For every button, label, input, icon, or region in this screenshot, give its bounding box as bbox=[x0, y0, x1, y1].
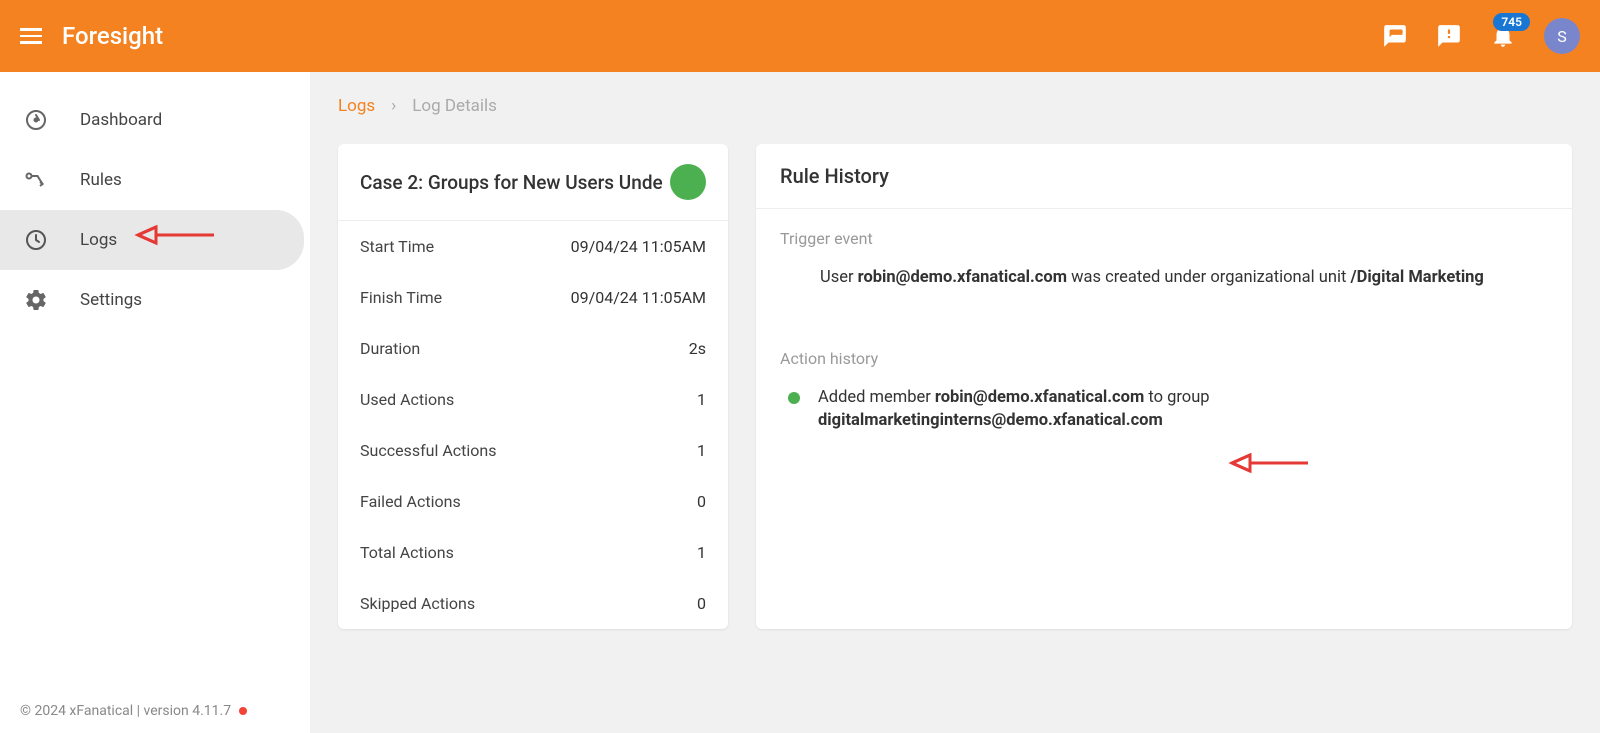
stat-label: Duration bbox=[360, 339, 420, 358]
stat-value: 1 bbox=[697, 390, 706, 409]
content-area: Logs › Log Details Case 2: Groups for Ne… bbox=[310, 72, 1600, 733]
app-header: Foresight 745 S bbox=[0, 0, 1600, 72]
chat-icon[interactable] bbox=[1382, 23, 1408, 49]
stat-value: 0 bbox=[697, 594, 706, 613]
trigger-event-label: Trigger event bbox=[780, 229, 1548, 248]
rule-history-card: Rule History Trigger event User robin@de… bbox=[756, 144, 1572, 629]
gear-icon bbox=[24, 288, 48, 312]
stat-row: Start Time 09/04/24 11:05AM bbox=[338, 221, 728, 272]
trigger-event-text: User robin@demo.xfanatical.com was creat… bbox=[820, 266, 1548, 291]
rules-icon bbox=[24, 168, 48, 192]
rule-history-title: Rule History bbox=[756, 144, 1572, 209]
dashboard-icon bbox=[24, 108, 48, 132]
stat-value: 1 bbox=[697, 441, 706, 460]
case-title: Case 2: Groups for New Users Unde bbox=[360, 171, 663, 194]
stat-row: Total Actions 1 bbox=[338, 527, 728, 578]
action-success-dot-icon bbox=[788, 392, 800, 404]
sidebar: Dashboard Rules Logs Settings © 2024 xFa… bbox=[0, 72, 310, 733]
notification-badge: 745 bbox=[1493, 13, 1530, 31]
sidebar-item-rules[interactable]: Rules bbox=[0, 150, 310, 210]
sidebar-item-dashboard[interactable]: Dashboard bbox=[0, 90, 310, 150]
sidebar-item-label: Dashboard bbox=[80, 110, 162, 130]
stat-label: Failed Actions bbox=[360, 492, 461, 511]
app-title: Foresight bbox=[62, 22, 163, 50]
stat-label: Total Actions bbox=[360, 543, 454, 562]
cards-row: Case 2: Groups for New Users Unde Start … bbox=[338, 144, 1572, 629]
sidebar-item-settings[interactable]: Settings bbox=[0, 270, 310, 330]
stat-value: 0 bbox=[697, 492, 706, 511]
stat-row: Successful Actions 1 bbox=[338, 425, 728, 476]
sidebar-footer: © 2024 xFanatical | version 4.11.7 bbox=[0, 689, 310, 733]
trigger-section: Trigger event User robin@demo.xfanatical… bbox=[756, 209, 1572, 329]
stat-label: Finish Time bbox=[360, 288, 442, 307]
stat-label: Used Actions bbox=[360, 390, 454, 409]
hamburger-menu-icon[interactable] bbox=[20, 28, 42, 44]
action-history-item: Added member robin@demo.xfanatical.com t… bbox=[788, 386, 1548, 456]
action-history-text: Added member robin@demo.xfanatical.com t… bbox=[818, 386, 1210, 432]
header-left: Foresight bbox=[20, 22, 163, 50]
stat-label: Start Time bbox=[360, 237, 434, 256]
stat-value: 09/04/24 11:05AM bbox=[571, 237, 706, 256]
breadcrumb-link-logs[interactable]: Logs bbox=[338, 96, 375, 116]
header-right: 745 S bbox=[1382, 18, 1580, 54]
announcement-icon[interactable] bbox=[1436, 23, 1462, 49]
chevron-right-icon: › bbox=[391, 96, 396, 116]
stat-value: 1 bbox=[697, 543, 706, 562]
sidebar-item-logs[interactable]: Logs bbox=[0, 210, 304, 270]
stat-row: Failed Actions 0 bbox=[338, 476, 728, 527]
stat-value: 09/04/24 11:05AM bbox=[571, 288, 706, 307]
stat-label: Skipped Actions bbox=[360, 594, 475, 613]
stat-row: Duration 2s bbox=[338, 323, 728, 374]
sidebar-item-label: Logs bbox=[80, 230, 117, 250]
case-card-header: Case 2: Groups for New Users Unde bbox=[338, 144, 728, 221]
case-summary-card: Case 2: Groups for New Users Unde Start … bbox=[338, 144, 728, 629]
breadcrumb: Logs › Log Details bbox=[338, 96, 1572, 116]
status-success-icon bbox=[670, 164, 706, 200]
avatar[interactable]: S bbox=[1544, 18, 1580, 54]
action-history-label: Action history bbox=[780, 349, 1548, 368]
main-layout: Dashboard Rules Logs Settings © 2024 xFa… bbox=[0, 72, 1600, 733]
status-dot-icon bbox=[239, 707, 247, 715]
sidebar-item-label: Settings bbox=[80, 290, 142, 310]
footer-version-text: © 2024 xFanatical | version 4.11.7 bbox=[20, 703, 231, 719]
stat-value: 2s bbox=[689, 339, 706, 358]
stat-row: Skipped Actions 0 bbox=[338, 578, 728, 629]
sidebar-item-label: Rules bbox=[80, 170, 122, 190]
stat-label: Successful Actions bbox=[360, 441, 496, 460]
stat-row: Used Actions 1 bbox=[338, 374, 728, 425]
stat-row: Finish Time 09/04/24 11:05AM bbox=[338, 272, 728, 323]
bell-icon[interactable]: 745 bbox=[1490, 23, 1516, 49]
action-history-section: Action history Added member robin@demo.x… bbox=[756, 329, 1572, 464]
breadcrumb-current: Log Details bbox=[412, 96, 497, 116]
case-stats-list: Start Time 09/04/24 11:05AM Finish Time 09/… bbox=[338, 221, 728, 629]
logs-icon bbox=[24, 228, 48, 252]
